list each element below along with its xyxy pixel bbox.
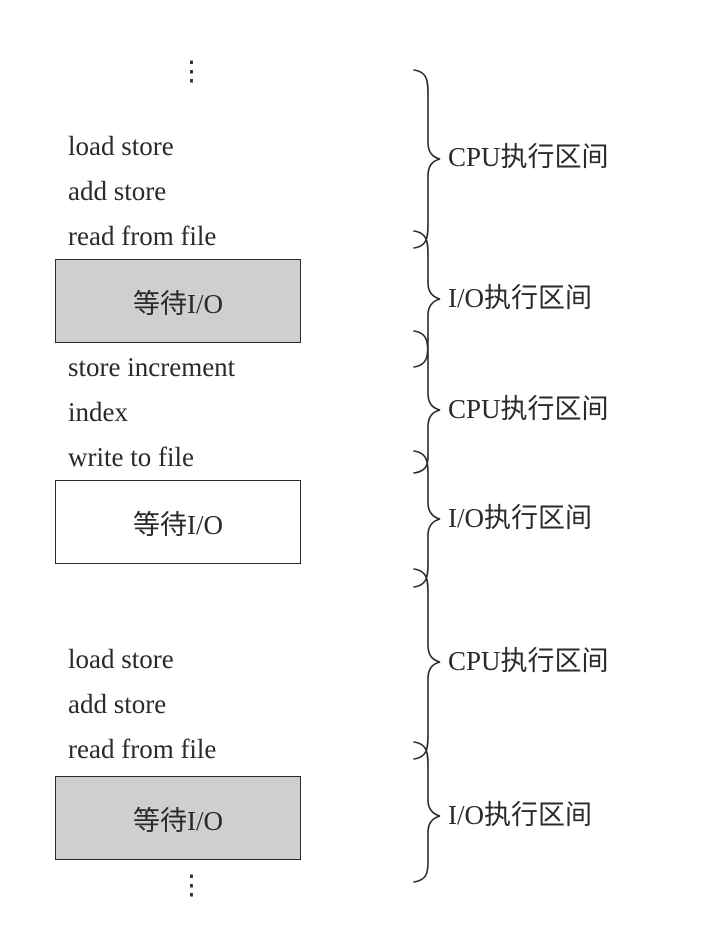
interval-label-io: I/O执行区间 (448, 503, 592, 533)
interval-label-cpu: CPU执行区间 (448, 142, 609, 172)
interval-label-io: I/O执行区间 (448, 283, 592, 313)
brace-io-3 (413, 741, 441, 883)
interval-label-io: I/O执行区间 (448, 800, 592, 830)
interval-label-cpu: CPU执行区间 (448, 646, 609, 676)
interval-braces (413, 69, 441, 883)
brace-cpu-1 (413, 69, 441, 249)
interval-label-cpu: CPU执行区间 (448, 394, 609, 424)
brace-cpu-3 (413, 568, 441, 760)
